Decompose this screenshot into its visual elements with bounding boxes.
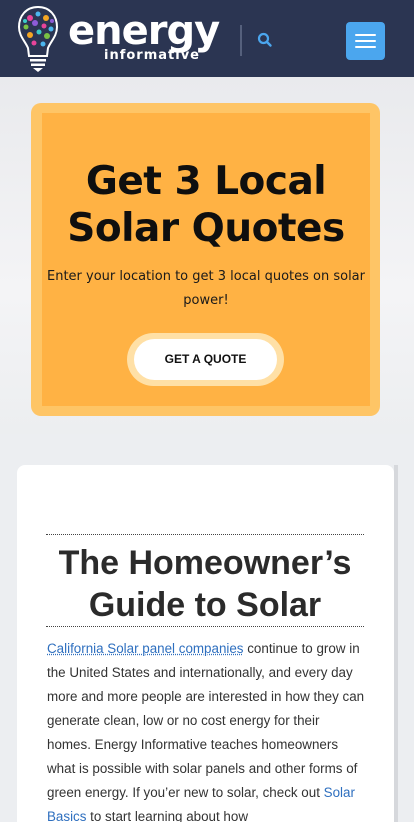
logo-bulb-icon[interactable] xyxy=(16,4,60,72)
california-solar-link[interactable]: California Solar panel companies xyxy=(47,641,244,656)
card-edge xyxy=(394,465,398,822)
search-button[interactable] xyxy=(255,30,275,50)
title-rule-bottom xyxy=(46,626,364,627)
menu-button[interactable] xyxy=(346,22,385,60)
article-body: California Solar panel companies continu… xyxy=(47,637,367,822)
logo-tagline[interactable]: informative xyxy=(104,48,200,64)
search-icon xyxy=(257,32,272,47)
get-a-quote-button[interactable]: GET A QUOTE xyxy=(134,339,277,380)
promo-description: Enter your location to get 3 local quote… xyxy=(46,269,365,308)
title-rule-top xyxy=(46,534,364,535)
article-title: The Homeowner’s Guide to Solar xyxy=(58,544,352,624)
promo-title: Get 3 Local Solar Quotes xyxy=(67,159,345,251)
header-divider xyxy=(240,25,242,56)
article-text-2: to start learning about how xyxy=(86,809,248,822)
article-text-1: continue to grow in the United States an… xyxy=(47,641,365,800)
